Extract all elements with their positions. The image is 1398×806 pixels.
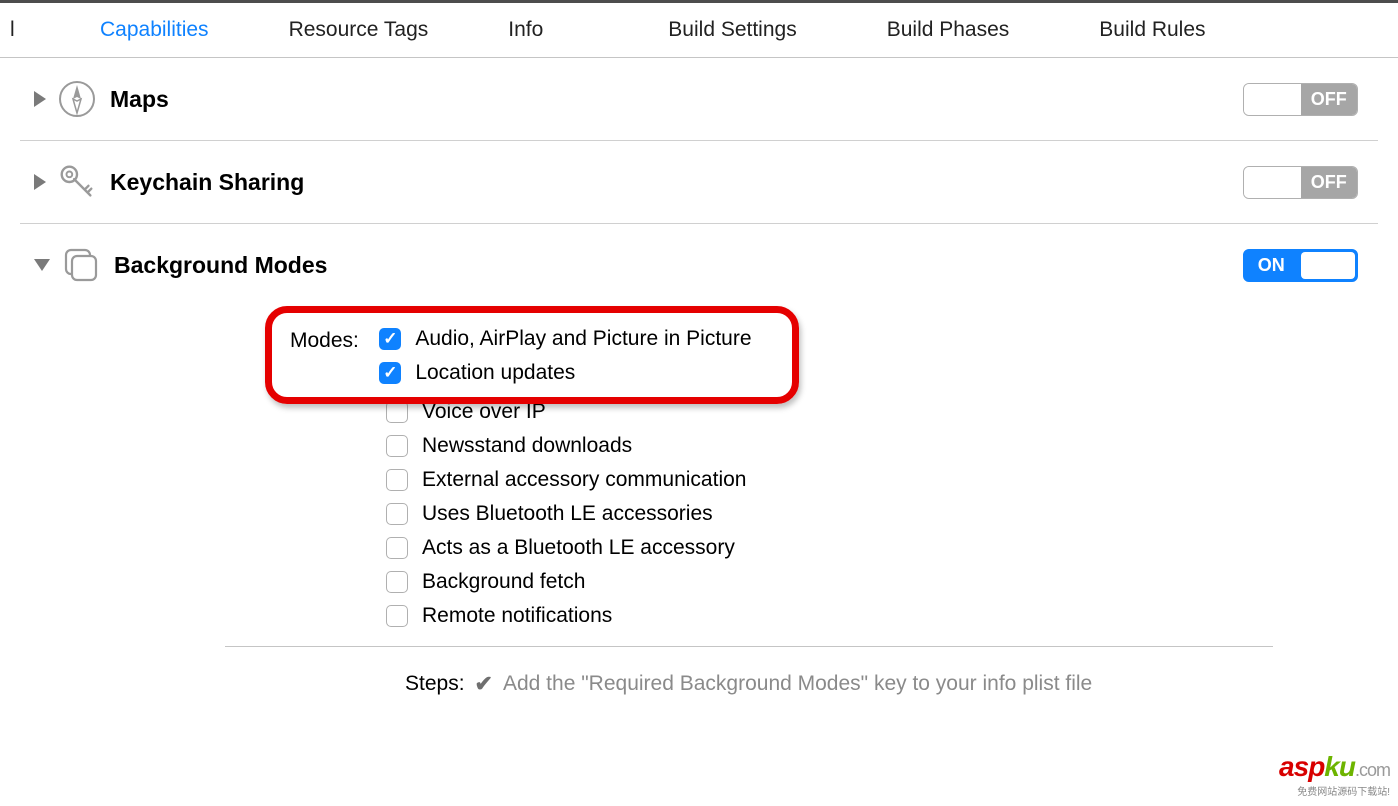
mode-label: Acts as a Bluetooth LE accessory	[422, 536, 735, 560]
watermark: aspku.com 免费网站源码下载站!	[1279, 751, 1390, 798]
steps-label: Steps:	[405, 672, 465, 696]
background-modes-detail: Modes: Audio, AirPlay and Picture in Pic…	[125, 306, 1373, 697]
toggle-maps[interactable]: OFF	[1243, 83, 1358, 116]
toggle-keychain[interactable]: OFF	[1243, 166, 1358, 199]
modes-label: Modes:	[290, 329, 359, 353]
checkbox-remote-notif[interactable]	[386, 605, 408, 627]
mode-row: External accessory communication	[386, 468, 1373, 492]
capability-title: Background Modes	[114, 252, 1243, 279]
checkbox-newsstand[interactable]	[386, 435, 408, 457]
capability-maps-row: Maps OFF	[20, 58, 1378, 141]
compass-icon	[56, 78, 98, 120]
checkbox-bt-uses[interactable]	[386, 503, 408, 525]
mode-row: Location updates	[379, 361, 751, 385]
mode-row: Acts as a Bluetooth LE accessory	[386, 536, 1373, 560]
checkbox-bg-fetch[interactable]	[386, 571, 408, 593]
checkmark-icon: ✔	[475, 671, 493, 697]
steps-row: Steps: ✔ Add the "Required Background Mo…	[405, 671, 1373, 697]
mode-row: Audio, AirPlay and Picture in Picture	[379, 327, 751, 351]
mode-row: Remote notifications	[386, 604, 1373, 628]
tab-partial[interactable]: l	[0, 18, 20, 42]
tab-info[interactable]: Info	[498, 18, 553, 42]
highlight-annotation: Modes: Audio, AirPlay and Picture in Pic…	[265, 306, 799, 404]
mode-label: External accessory communication	[422, 468, 746, 492]
stacked-windows-icon	[60, 244, 102, 286]
capability-keychain-row: Keychain Sharing OFF	[20, 141, 1378, 224]
mode-label: Newsstand downloads	[422, 434, 632, 458]
toggle-background-modes[interactable]: ON	[1243, 249, 1358, 282]
checkbox-audio[interactable]	[379, 328, 401, 350]
checkbox-external-accessory[interactable]	[386, 469, 408, 491]
checkbox-location[interactable]	[379, 362, 401, 384]
mode-label: Audio, AirPlay and Picture in Picture	[415, 327, 751, 351]
tab-build-settings[interactable]: Build Settings	[658, 18, 806, 42]
key-icon	[56, 161, 98, 203]
checkbox-bt-acts[interactable]	[386, 537, 408, 559]
mode-label: Background fetch	[422, 570, 585, 594]
mode-label: Location updates	[415, 361, 575, 385]
disclosure-triangle-icon[interactable]	[34, 91, 46, 107]
mode-label: Uses Bluetooth LE accessories	[422, 502, 713, 526]
disclosure-triangle-icon[interactable]	[34, 174, 46, 190]
steps-text: Add the "Required Background Modes" key …	[503, 672, 1092, 696]
toggle-on-label: ON	[1244, 250, 1299, 281]
tab-capabilities[interactable]: Capabilities	[90, 18, 219, 42]
tab-resource-tags[interactable]: Resource Tags	[279, 18, 439, 42]
checkbox-voip[interactable]	[386, 401, 408, 423]
mode-row: Uses Bluetooth LE accessories	[386, 502, 1373, 526]
disclosure-triangle-icon[interactable]	[34, 259, 50, 271]
toggle-off-label: OFF	[1301, 84, 1358, 115]
mode-row: Background fetch	[386, 570, 1373, 594]
tab-build-rules[interactable]: Build Rules	[1089, 18, 1215, 42]
capability-title: Maps	[110, 86, 1243, 113]
capability-background-modes-row: Background Modes ON	[20, 224, 1378, 306]
mode-row: Newsstand downloads	[386, 434, 1373, 458]
capability-title: Keychain Sharing	[110, 169, 1243, 196]
toggle-off-label: OFF	[1301, 167, 1358, 198]
mode-label: Remote notifications	[422, 604, 612, 628]
tab-build-phases[interactable]: Build Phases	[877, 18, 1020, 42]
tabs-bar: l Capabilities Resource Tags Info Build …	[0, 3, 1398, 58]
